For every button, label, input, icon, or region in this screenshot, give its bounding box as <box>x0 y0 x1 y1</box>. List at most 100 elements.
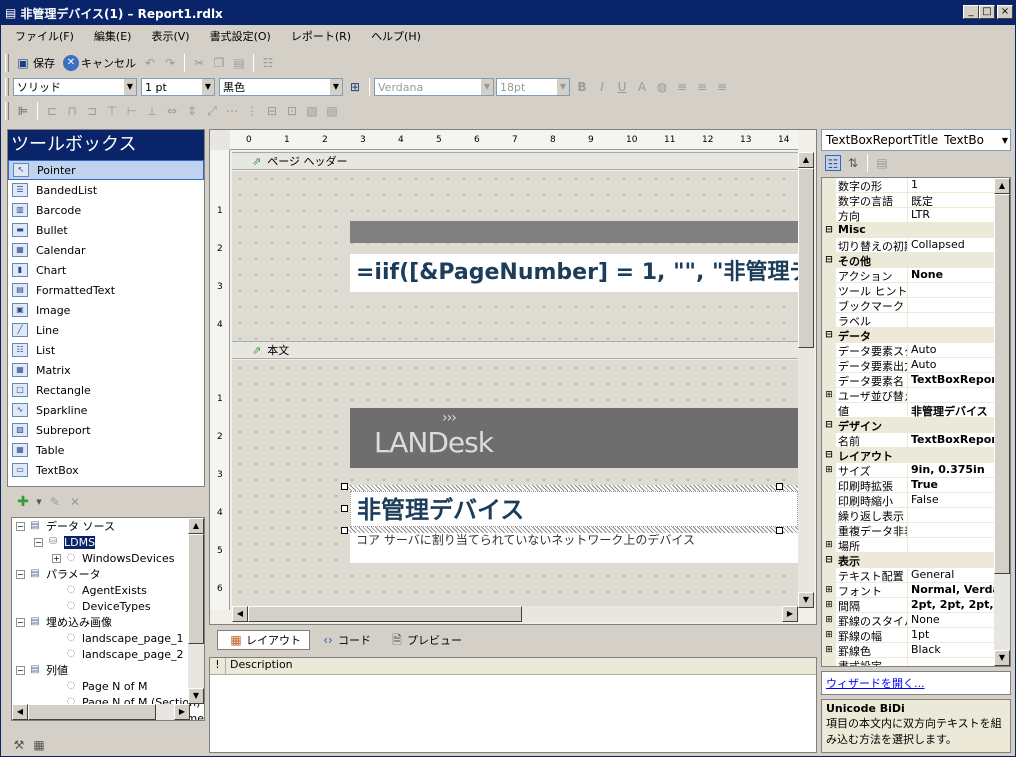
property-row[interactable]: 値非管理デバイス <box>822 403 1010 418</box>
scroll-right-icon[interactable]: ▶ <box>174 704 190 720</box>
property-row[interactable]: データ要素出力 Auto <box>822 358 1010 373</box>
align-right-icon[interactable]: ≡ <box>714 79 730 95</box>
minimize-button[interactable]: _ <box>963 5 979 19</box>
property-row[interactable]: テキスト配置 General <box>822 568 1010 583</box>
property-row[interactable]: 繰り返し表示 <box>822 508 1010 523</box>
property-row[interactable]: ブックマーク <box>822 298 1010 313</box>
expand-icon[interactable]: ⊞ <box>822 598 836 612</box>
scroll-down-icon[interactable]: ▼ <box>188 688 204 704</box>
collapse-icon[interactable]: ⊟ <box>822 328 836 342</box>
toolbox-item-matrix[interactable]: ▦ Matrix <box>8 360 204 380</box>
tab-layout[interactable]: ▦ レイアウト <box>217 630 310 650</box>
resize-handle[interactable] <box>341 505 348 512</box>
property-row[interactable]: データ要素スタ Auto <box>822 343 1010 358</box>
scroll-down-icon[interactable]: ▼ <box>798 592 814 608</box>
error-col-icon[interactable]: ! <box>210 658 226 674</box>
toolbox-item-line[interactable]: ╱ Line <box>8 320 204 340</box>
tree-node[interactable]: ◌ DeviceTypes <box>12 598 204 614</box>
font-size-select[interactable]: 18pt ▼ <box>496 78 570 96</box>
undo-icon[interactable]: ↶ <box>142 55 158 71</box>
tree-horizontal-scrollbar[interactable]: ◀ ▶ <box>12 704 190 720</box>
paste-icon[interactable]: ▤ <box>231 55 247 71</box>
menu-item-0[interactable]: ファイル(F) <box>15 28 74 44</box>
delete-icon[interactable]: ✕ <box>67 494 83 510</box>
body-bar[interactable]: ⇗ 本文 <box>232 341 798 359</box>
property-row[interactable]: ⊞ ユーザ並び替え <box>822 388 1010 403</box>
align-left-icon[interactable]: ≡ <box>674 79 690 95</box>
property-row[interactable]: 印刷時縮小 False <box>822 493 1010 508</box>
property-row[interactable]: 数字の形 1 <box>822 178 1010 193</box>
bring-front-icon[interactable]: ▧ <box>304 103 320 119</box>
toolbox-tab-icon[interactable]: ⚒ <box>11 737 27 753</box>
expand-icon[interactable]: ⊞ <box>822 538 836 552</box>
expand-icon[interactable]: ⊞ <box>822 613 836 627</box>
property-row[interactable]: 方向 LTR <box>822 208 1010 223</box>
resize-handle[interactable] <box>341 483 348 490</box>
maximize-button[interactable]: □ <box>979 5 995 19</box>
scroll-up-icon[interactable]: ▲ <box>994 178 1010 194</box>
property-pages-icon[interactable]: ▤ <box>874 155 890 171</box>
property-row[interactable]: ⊞ 罫線色 Black <box>822 643 1010 658</box>
collapse-icon[interactable]: ⊟ <box>822 418 836 432</box>
scroll-right-icon[interactable]: ▶ <box>782 606 798 622</box>
property-row[interactable]: ⊞ 場所 <box>822 538 1010 553</box>
toolbox-item-pointer[interactable]: ↖ Pointer <box>8 160 204 180</box>
toolbox-item-chart[interactable]: ▮ Chart <box>8 260 204 280</box>
object-selector[interactable]: TextBoxReportTitle TextBo ▼ <box>821 129 1011 151</box>
property-row[interactable]: 重複データ非表示 <box>822 523 1010 538</box>
same-height-icon[interactable]: ⇕ <box>184 103 200 119</box>
bold-icon[interactable]: B <box>574 79 590 95</box>
expand-icon[interactable]: ⊞ <box>822 463 836 477</box>
send-back-icon[interactable]: ▨ <box>324 103 340 119</box>
resize-handle[interactable] <box>776 483 783 490</box>
toolbox-item-calendar[interactable]: ▦ Calendar <box>8 240 204 260</box>
expand-icon[interactable]: ⊞ <box>822 583 836 597</box>
tree-node[interactable]: ◌ AgentExists <box>12 582 204 598</box>
report-subtitle-textbox[interactable]: コア サーバに割り当てられていないネットワーク上のデバイス <box>350 533 798 563</box>
border-icon[interactable]: ⊞ <box>347 79 363 95</box>
tree-node[interactable]: + ◌ WindowsDevices <box>12 550 204 566</box>
line-style-select[interactable]: ソリッド ▼ <box>13 78 137 96</box>
tab-code[interactable]: ‹› コード <box>310 630 379 650</box>
property-row[interactable]: データ要素名 TextBoxRepor <box>822 373 1010 388</box>
align-center-icon[interactable]: ≡ <box>694 79 710 95</box>
align-rights-icon[interactable]: ⊐ <box>84 103 100 119</box>
report-title-textbox[interactable]: 非管理デバイス <box>350 491 798 527</box>
font-color-icon[interactable]: A <box>634 79 650 95</box>
tree-node[interactable]: − ⛁ LDMS <box>12 534 204 550</box>
resize-handle[interactable] <box>776 527 783 534</box>
cancel-button[interactable]: キャンセル <box>81 55 136 71</box>
toolbox-item-table[interactable]: ▦ Table <box>8 440 204 460</box>
designer-vertical-scrollbar[interactable]: ▲ ▼ <box>798 152 814 608</box>
collapse-icon[interactable]: − <box>16 569 25 579</box>
scroll-down-icon[interactable]: ▼ <box>994 650 1010 666</box>
align-middles-icon[interactable]: ⊢ <box>124 103 140 119</box>
copy-icon[interactable]: ❐ <box>211 55 227 71</box>
property-row[interactable]: 書式設定 <box>822 658 1010 666</box>
collapse-icon[interactable]: − <box>16 665 25 675</box>
property-category[interactable]: ⊟ その他 <box>822 253 1010 268</box>
property-row[interactable]: 切り替えの初期 Collapsed <box>822 238 1010 253</box>
tree-node[interactable]: − ▤ 列値 <box>12 662 204 678</box>
save-button[interactable]: 保存 <box>33 55 55 71</box>
collapse-icon[interactable]: ⊟ <box>822 448 836 462</box>
property-row[interactable]: ⊞ 間隔 2pt, 2pt, 2pt, 2 <box>822 598 1010 613</box>
menu-item-4[interactable]: レポート(R) <box>291 28 351 44</box>
toolbox-item-list[interactable]: ☷ List <box>8 340 204 360</box>
toolbox-item-image[interactable]: ▣ Image <box>8 300 204 320</box>
open-wizard-link[interactable]: ウィザードを開く... <box>826 677 925 690</box>
tree-vertical-scrollbar[interactable]: ▲ ▼ <box>188 518 204 704</box>
property-row[interactable]: ラベル <box>822 313 1010 328</box>
expand-icon[interactable]: ⊞ <box>822 643 836 657</box>
collapse-icon[interactable]: − <box>16 521 25 531</box>
scroll-left-icon[interactable]: ◀ <box>12 704 28 720</box>
collapse-icon[interactable]: − <box>34 537 43 547</box>
chevron-down-icon[interactable]: ▼ <box>35 494 43 510</box>
scroll-up-icon[interactable]: ▲ <box>798 152 814 168</box>
property-category[interactable]: ⊟ デザイン <box>822 418 1010 433</box>
redo-icon[interactable]: ↷ <box>162 55 178 71</box>
toolbox-item-rectangle[interactable]: □ Rectangle <box>8 380 204 400</box>
toolbox-item-textbox[interactable]: ▭ TextBox <box>8 460 204 480</box>
property-row[interactable]: アクション None <box>822 268 1010 283</box>
property-category[interactable]: ⊟ Misc <box>822 223 1010 238</box>
